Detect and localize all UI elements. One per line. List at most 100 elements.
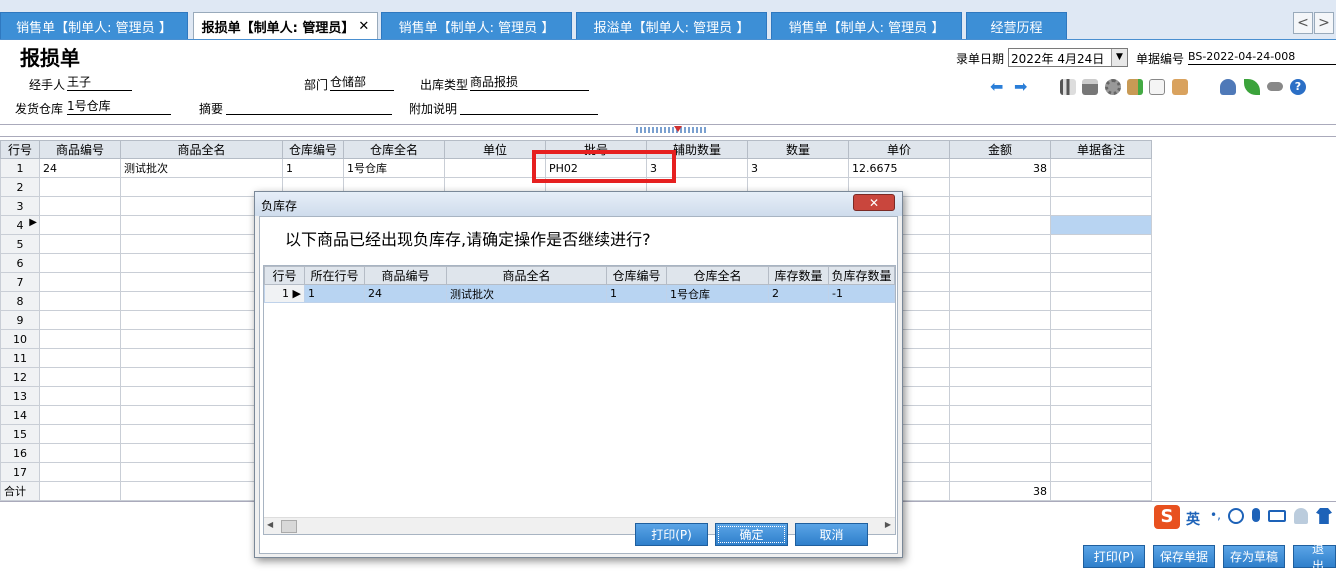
exit-button[interactable]: 退出 [1293, 542, 1336, 573]
keyboard-icon[interactable] [1268, 510, 1286, 522]
tab-sales-2[interactable]: 销售单【制单人: 管理员 】 [381, 12, 572, 39]
code-cell[interactable] [39, 196, 121, 216]
remark-cell[interactable] [1050, 158, 1152, 178]
code-cell[interactable]: 24 [39, 158, 121, 178]
amount-cell[interactable] [949, 424, 1051, 444]
box-icon[interactable] [1172, 79, 1188, 95]
qty-cell[interactable]: 3 [747, 158, 849, 178]
code-cell[interactable] [39, 272, 121, 292]
amount-cell[interactable] [949, 386, 1051, 406]
col-header-wh-code[interactable]: 仓库编号 [606, 266, 667, 285]
amount-cell[interactable] [949, 443, 1051, 463]
remark-cell[interactable] [1050, 329, 1152, 349]
col-header-wh-code[interactable]: 仓库编号 [282, 140, 344, 159]
remark-cell[interactable] [1050, 291, 1152, 311]
tab-sales-3[interactable]: 销售单【制单人: 管理员 】 [771, 12, 962, 39]
amount-cell[interactable] [949, 196, 1051, 216]
amount-cell[interactable] [949, 215, 1051, 235]
col-header-neg-stock[interactable]: 负库存数量 [828, 266, 895, 285]
code-cell[interactable] [39, 443, 121, 463]
code-cell[interactable] [39, 462, 121, 482]
code-cell[interactable] [39, 291, 121, 311]
outtype-field[interactable]: 商品报损 [470, 75, 589, 91]
dialog-print-button[interactable]: 打印(P) [635, 523, 708, 546]
punctuation-icon[interactable]: •, [1210, 508, 1221, 522]
code-cell[interactable] [39, 386, 121, 406]
warehouse-field[interactable]: 1号仓库 [67, 99, 171, 115]
close-icon[interactable]: ✕ [358, 19, 369, 34]
amount-cell[interactable] [949, 310, 1051, 330]
code-cell[interactable] [39, 329, 121, 349]
edit-icon[interactable] [1149, 79, 1165, 95]
dept-field[interactable]: 仓储部 [330, 75, 394, 91]
gear-icon[interactable] [1105, 79, 1121, 95]
remark-cell[interactable] [1050, 386, 1152, 406]
link-icon[interactable] [1267, 82, 1283, 91]
col-header-remark[interactable]: 单据备注 [1050, 140, 1152, 159]
remark-cell[interactable] [1050, 443, 1152, 463]
remark-cell[interactable] [1050, 253, 1152, 273]
remark-cell[interactable] [1050, 348, 1152, 368]
col-header-row-no[interactable]: 行号 [0, 140, 40, 159]
amount-cell[interactable] [949, 367, 1051, 387]
remark-cell[interactable] [1050, 196, 1152, 216]
remark-cell[interactable] [1050, 367, 1152, 387]
skin-icon[interactable] [1316, 508, 1332, 524]
billno-field[interactable]: BS-2022-04-24-008 [1188, 49, 1336, 65]
remark-cell[interactable] [1050, 215, 1152, 235]
user-icon[interactable] [1220, 79, 1236, 95]
code-cell[interactable] [39, 405, 121, 425]
ime-logo-icon[interactable]: S [1154, 505, 1180, 529]
remark-cell[interactable] [1050, 424, 1152, 444]
microphone-icon[interactable] [1252, 508, 1260, 522]
dialog-titlebar[interactable]: 负库存 ✕ [255, 192, 902, 216]
date-field[interactable]: 2022年 4月24日 ▼ [1008, 48, 1128, 67]
col-header-amount[interactable]: 金额 [949, 140, 1051, 159]
arrow-left-icon[interactable]: ⬅ [990, 79, 1004, 95]
code-cell[interactable] [39, 215, 121, 235]
dialog-ok-button[interactable]: 确定 [715, 523, 788, 546]
tab-overflow-report[interactable]: 报溢单【制单人: 管理员 】 [576, 12, 767, 39]
col-header-code[interactable]: 商品编号 [364, 266, 447, 285]
arrow-right-icon[interactable]: ➡ [1014, 79, 1028, 95]
ime-lang-toggle[interactable]: 英 [1186, 509, 1200, 529]
price-cell[interactable]: 12.6675 [848, 158, 950, 178]
tab-next-button[interactable]: > [1314, 12, 1334, 34]
col-header-unit[interactable]: 单位 [444, 140, 546, 159]
remark-cell[interactable] [1050, 177, 1152, 197]
tab-prev-button[interactable]: < [1293, 12, 1313, 34]
note-field[interactable] [460, 99, 598, 115]
col-header-stock[interactable]: 库存数量 [768, 266, 829, 285]
code-cell[interactable] [39, 253, 121, 273]
collapse-icon[interactable] [674, 126, 682, 132]
col-header-at-row[interactable]: 所在行号 [304, 266, 365, 285]
handler-field[interactable]: 王子 [67, 75, 132, 91]
col-header-qty[interactable]: 数量 [747, 140, 849, 159]
negative-stock-table[interactable]: 行号 所在行号 商品编号 商品全名 仓库编号 仓库全名 库存数量 负库存数量 1… [263, 265, 896, 535]
leaf-icon[interactable] [1244, 79, 1260, 95]
tab-sales-1[interactable]: 销售单【制单人: 管理员 】 [0, 12, 188, 39]
dialog-cancel-button[interactable]: 取消 [795, 523, 868, 546]
scroll-left-icon[interactable]: ◀ [267, 520, 273, 529]
summary-field[interactable] [226, 99, 392, 115]
wh-code-cell[interactable]: 1 [282, 158, 344, 178]
code-cell[interactable] [39, 310, 121, 330]
chart-icon[interactable] [1060, 79, 1076, 95]
amount-cell[interactable]: 38 [949, 158, 1051, 178]
col-header-wh-name[interactable]: 仓库全名 [666, 266, 769, 285]
wh-name-cell[interactable]: 1号仓库 [343, 158, 445, 178]
amount-cell[interactable] [949, 234, 1051, 254]
code-cell[interactable] [39, 234, 121, 254]
amount-cell[interactable] [949, 462, 1051, 482]
chevron-down-icon[interactable]: ▼ [1111, 49, 1127, 66]
save-draft-button[interactable]: 存为草稿 [1223, 545, 1285, 568]
table-row[interactable]: 1 ▶ 1 24 测试批次 1 1号仓库 2 -1 [264, 284, 895, 303]
scroll-right-icon[interactable]: ▶ [885, 520, 891, 529]
emoji-icon[interactable] [1228, 508, 1244, 524]
amount-cell[interactable] [949, 405, 1051, 425]
tab-history[interactable]: 经营历程 [966, 12, 1067, 39]
amount-cell[interactable] [949, 253, 1051, 273]
box-add-icon[interactable] [1127, 79, 1143, 95]
printer-icon[interactable] [1082, 79, 1098, 95]
col-header-row-no[interactable]: 行号 [264, 266, 305, 285]
